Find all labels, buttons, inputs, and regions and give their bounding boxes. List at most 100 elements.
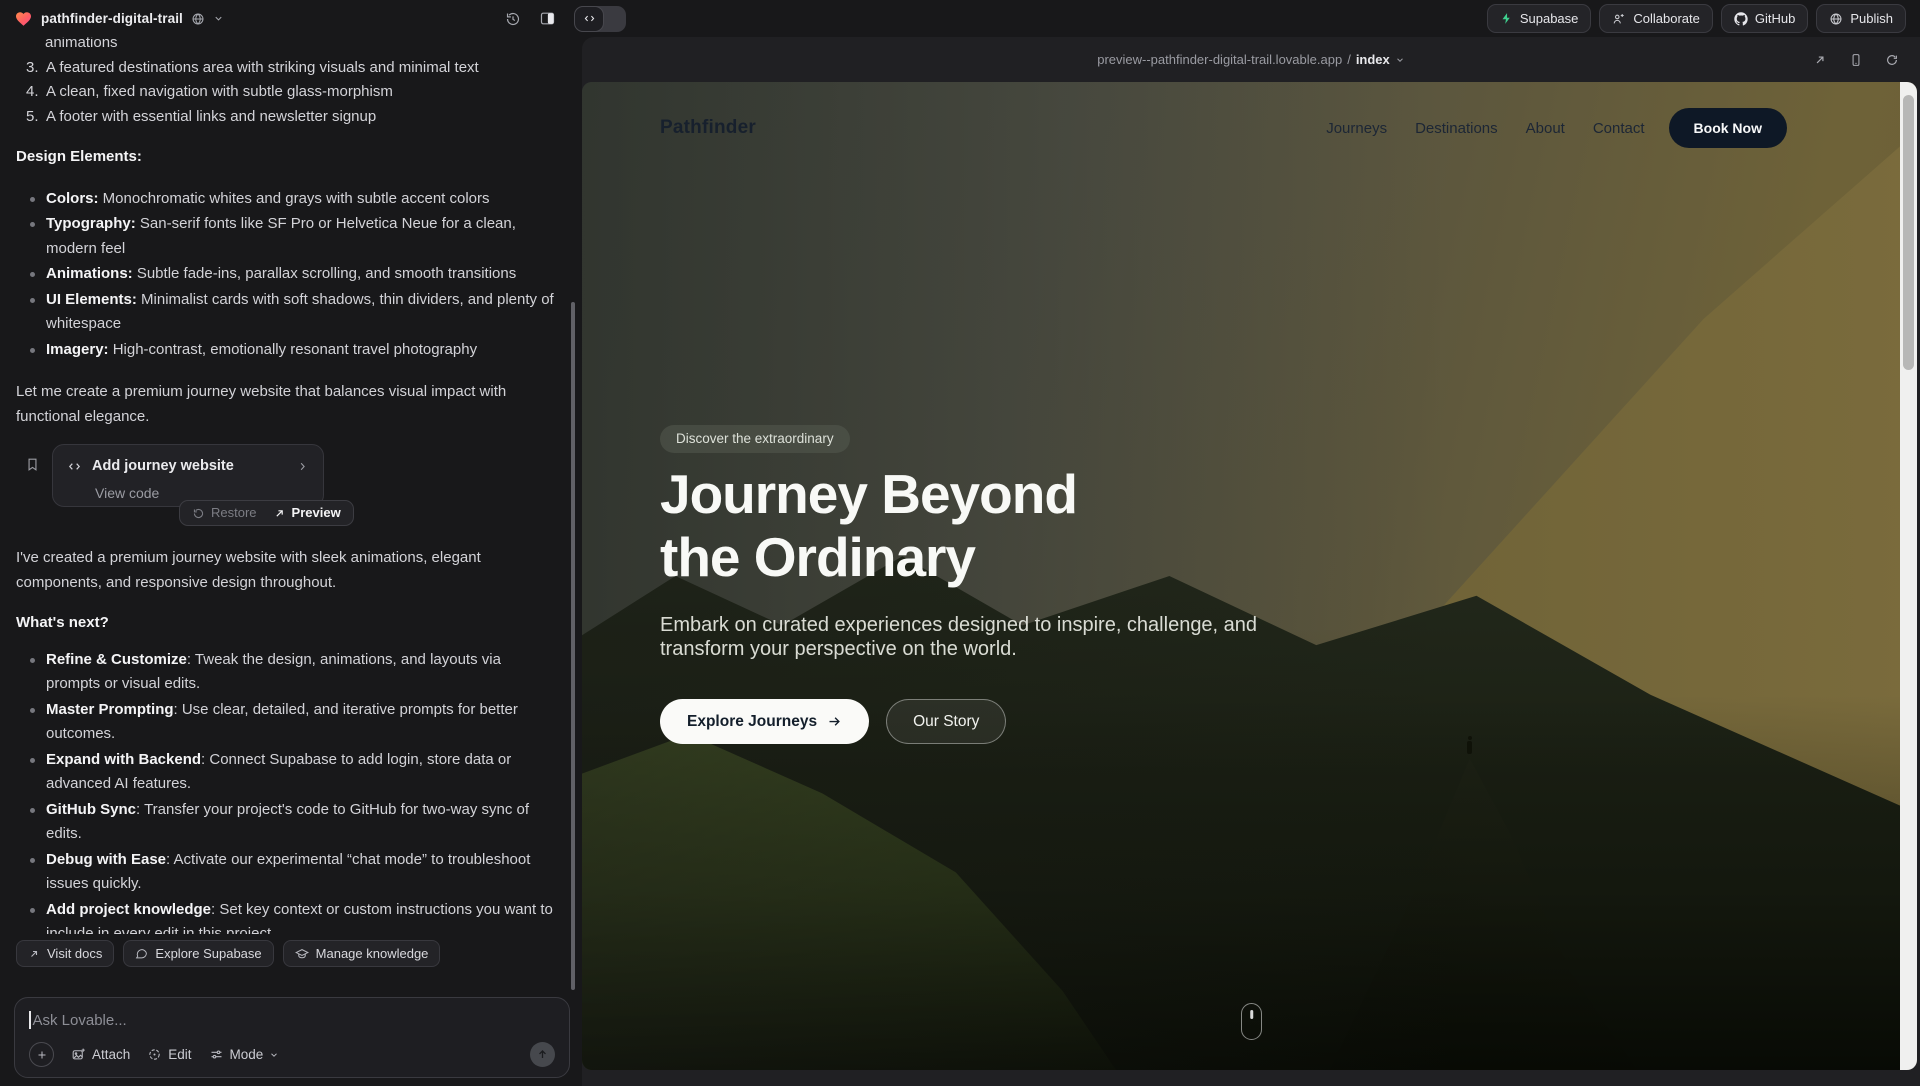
whats-next-heading: What's next? [16,611,562,636]
mobile-view-icon[interactable] [1849,53,1863,67]
url-separator: / [1347,52,1351,67]
bullet-dot [30,348,35,353]
preview-url[interactable]: preview--pathfinder-digital-trail.lovabl… [1097,52,1405,67]
bullet-dot [30,758,35,763]
bullet-text: Add project knowledge: Set key context o… [46,898,554,935]
our-story-button[interactable]: Our Story [886,699,1006,744]
preview-window: preview--pathfinder-digital-trail.lovabl… [582,37,1920,1086]
supabase-button[interactable]: Supabase [1487,4,1592,33]
site-scrollbar-thumb[interactable] [1903,95,1914,370]
preview-button[interactable]: Preview [273,501,341,526]
site-scrollbar[interactable] [1900,82,1917,1070]
collaborate-label: Collaborate [1633,11,1700,26]
bullet-item: GitHub Sync: Transfer your project's cod… [16,798,562,847]
bullet-item: Master Prompting: Use clear, detailed, a… [16,698,562,747]
bullet-item: Colors: Monochromatic whites and grays w… [16,187,562,212]
refresh-icon[interactable] [1885,53,1899,67]
code-icon [67,459,82,474]
nav-link-destinations[interactable]: Destinations [1415,120,1498,137]
url-host: preview--pathfinder-digital-trail.lovabl… [1097,52,1342,67]
scroll-mouse-indicator [1241,1003,1262,1040]
chat-paragraph: Let me create a premium journey website … [16,380,524,429]
bullet-item: Debug with Ease: Activate our experiment… [16,848,562,897]
sliders-icon [209,1047,224,1062]
manage-knowledge-button[interactable]: Manage knowledge [283,940,441,967]
arrow-up-icon [536,1048,549,1061]
publish-label: Publish [1850,11,1893,26]
topbar: pathfinder-digital-trail [0,0,1920,37]
numbered-item-text: A clean, fixed navigation with subtle gl… [46,80,562,105]
visit-docs-label: Visit docs [47,946,102,961]
explore-supabase-button[interactable]: Explore Supabase [123,940,273,967]
edit-button[interactable]: Edit [147,1047,191,1062]
main-area: animations 3.A featured destinations are… [0,37,1920,1086]
project-name: pathfinder-digital-trail [41,11,183,26]
bullet-text: Animations: Subtle fade-ins, parallax sc… [46,262,554,287]
target-icon [147,1047,162,1062]
book-now-button[interactable]: Book Now [1669,108,1787,148]
mode-selector[interactable]: Mode [209,1047,280,1062]
panel-toggle-icon[interactable] [539,10,556,27]
bullet-text: Debug with Ease: Activate our experiment… [46,848,554,897]
bullet-text: Expand with Backend: Connect Supabase to… [46,748,554,797]
chat-scrollbar-thumb[interactable] [571,302,575,990]
numbered-item: 4.A clean, fixed navigation with subtle … [16,80,562,105]
bullet-dot [30,272,35,277]
chevron-down-icon [213,13,224,24]
arrow-up-right-icon [1813,53,1827,67]
publish-globe-icon [1829,12,1843,26]
nav-link-journeys[interactable]: Journeys [1326,120,1387,137]
tool-card-title: Add journey website [92,454,286,479]
chat-input-placeholder: Ask Lovable... [33,1012,127,1029]
plus-icon [36,1049,48,1061]
tool-card-header[interactable]: Add journey website [67,454,309,479]
numbered-item: 3.A featured destinations area with stri… [16,56,562,81]
bullet-text: Typography: San-serif fonts like SF Pro … [46,212,554,261]
bullet-text: Colors: Monochromatic whites and grays w… [46,187,554,212]
nav-link-about[interactable]: About [1526,120,1565,137]
history-icon[interactable] [505,11,521,27]
chat-input-line[interactable]: Ask Lovable... [29,1011,555,1029]
add-button[interactable] [29,1042,54,1067]
preview-toolbar-icons [1813,37,1899,82]
code-view-icon[interactable] [574,6,604,32]
bookmark-icon[interactable] [16,444,52,532]
bullet-item: UI Elements: Minimalist cards with soft … [16,288,562,337]
restore-icon [192,507,205,520]
arrow-up-right-icon [273,507,286,520]
site-nav: Journeys Destinations About Contact [1326,120,1644,137]
project-menu[interactable]: pathfinder-digital-trail [14,10,224,28]
hero-badge: Discover the extraordinary [660,425,850,453]
send-button[interactable] [530,1042,555,1067]
people-icon [1612,12,1626,26]
publish-button[interactable]: Publish [1816,4,1906,33]
numbered-item-text: A featured destinations area with striki… [46,56,562,81]
site-preview-frame[interactable]: Pathfinder Journeys Destinations About Cont… [582,82,1917,1070]
open-external-icon[interactable] [1813,53,1827,67]
collaborate-button[interactable]: Collaborate [1599,4,1713,33]
explore-journeys-button[interactable]: Explore Journeys [660,699,869,744]
attach-button[interactable]: Attach [71,1047,130,1062]
bullet-item: Add project knowledge: Set key context o… [16,898,562,935]
supabase-label: Supabase [1520,11,1579,26]
nav-link-contact[interactable]: Contact [1593,120,1645,137]
edit-tool-card[interactable]: Add journey website View code Restore [52,444,324,507]
chevron-down-icon [269,1050,279,1060]
github-button[interactable]: GitHub [1721,4,1808,33]
chevron-down-icon [1395,55,1405,65]
explore-supabase-label: Explore Supabase [155,946,261,961]
visit-docs-button[interactable]: Visit docs [16,940,114,967]
chat-input[interactable]: Ask Lovable... Attach Edit [14,997,570,1078]
bullet-dot [30,908,35,913]
chevron-right-icon [296,460,309,473]
site-logo[interactable]: Pathfinder [660,117,756,139]
graduation-cap-icon [295,947,309,961]
topbar-actions: Supabase Collaborate GitHub Publish [1487,4,1906,33]
preview-toolbar: preview--pathfinder-digital-trail.lovabl… [582,37,1920,82]
chat-message-area[interactable]: animations 3.A featured destinations are… [0,37,582,934]
bullet-text: Imagery: High-contrast, emotionally reso… [46,338,554,363]
bullet-dot [30,658,35,663]
code-preview-toggle[interactable] [574,6,626,32]
restore-button[interactable]: Restore [192,501,257,526]
restore-preview-pill: Restore Preview [179,500,354,526]
